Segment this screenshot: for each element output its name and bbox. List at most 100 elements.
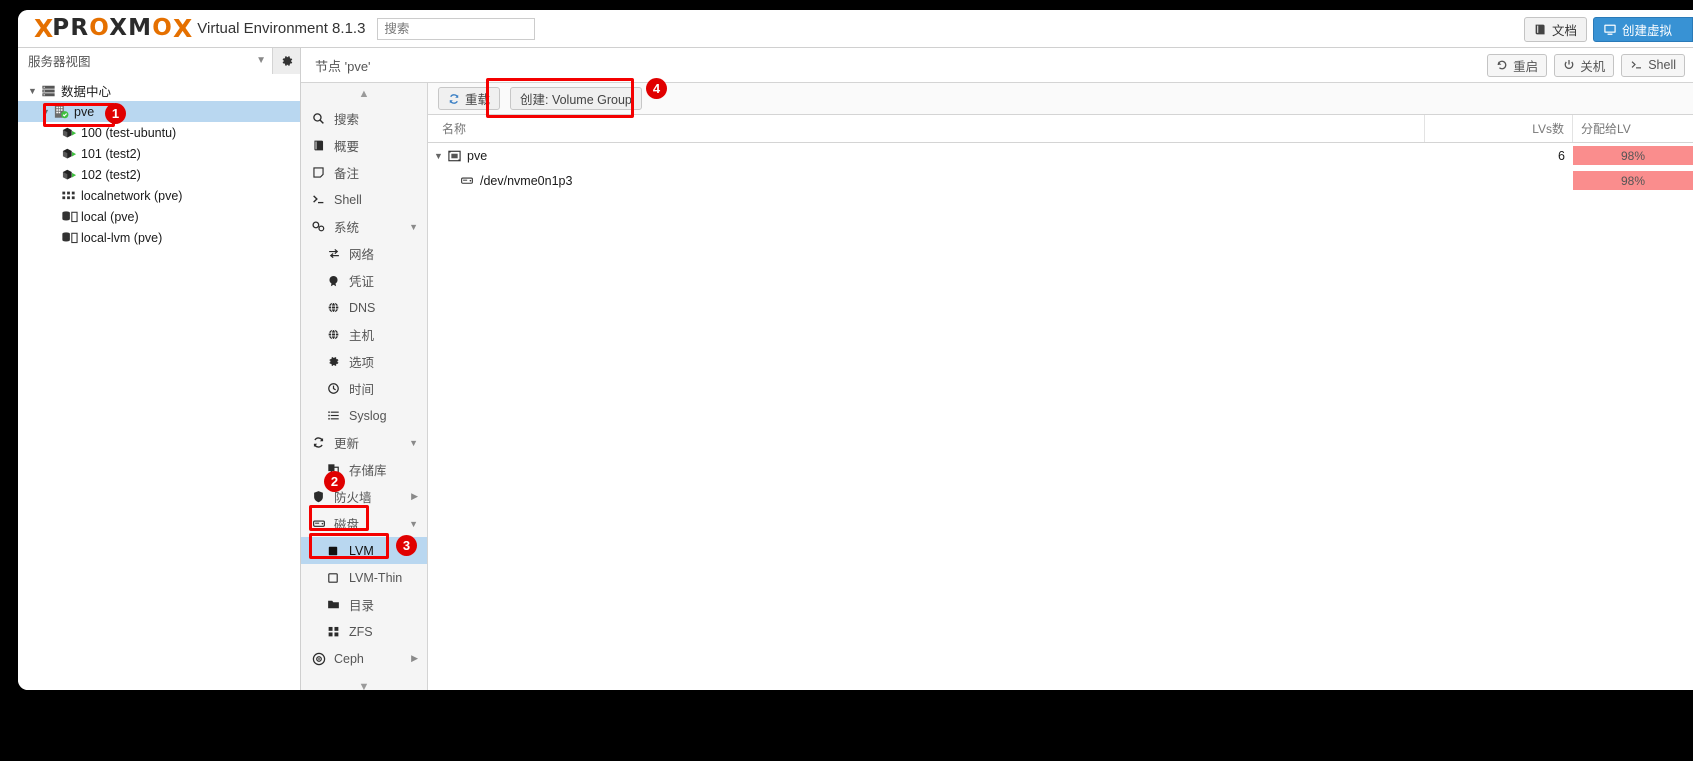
- restart-icon: [1496, 59, 1508, 71]
- collapse-down-icon[interactable]: ▼: [301, 676, 427, 690]
- tree-item-datacenter[interactable]: ▼ 数据中心: [18, 80, 300, 101]
- menu-item-firewall[interactable]: 防火墙 ▶: [301, 483, 427, 510]
- shell-label: Shell: [1648, 58, 1676, 72]
- menu-label-repositories: 存储库: [349, 464, 387, 478]
- refresh-icon: [448, 93, 460, 105]
- search-input[interactable]: [377, 17, 536, 40]
- node-icon: [54, 104, 74, 119]
- menu-item-repositories[interactable]: 存储库: [301, 456, 427, 483]
- menu-item-system[interactable]: 系统 ▼: [301, 213, 427, 240]
- documentation-label: 文档: [1551, 23, 1577, 38]
- menu-item-ceph[interactable]: Ceph ▶: [301, 645, 427, 672]
- menu-label-certificates: 凭证: [349, 275, 375, 289]
- menu-item-zfs[interactable]: ZFS: [301, 618, 427, 645]
- power-icon: [1563, 59, 1575, 71]
- menu-label-time: 时间: [349, 383, 375, 397]
- menu-item-syslog[interactable]: Syslog: [301, 402, 427, 429]
- shell-button[interactable]: Shell: [1621, 53, 1685, 77]
- tree-item-pve[interactable]: ▼ pve: [18, 101, 300, 122]
- chevron-right-icon[interactable]: ▶: [411, 653, 418, 664]
- menu-item-shell[interactable]: Shell: [301, 186, 427, 213]
- gear-icon: [280, 54, 294, 68]
- create-volume-group-button[interactable]: 创建: Volume Group: [510, 87, 642, 110]
- menu-item-certificates[interactable]: 凭证: [301, 267, 427, 294]
- menu-item-hosts[interactable]: 主机: [301, 321, 427, 348]
- chevron-right-icon[interactable]: ▶: [411, 491, 418, 502]
- menu-item-notes[interactable]: 备注: [301, 159, 427, 186]
- tree-label-local: local (pve): [81, 209, 139, 224]
- proxmox-logo[interactable]: X PROXMO X: [34, 14, 192, 43]
- settings-gear-button[interactable]: [273, 47, 300, 74]
- reboot-button[interactable]: 重启: [1487, 53, 1548, 77]
- storage-icon: [61, 210, 81, 224]
- tree-label-local-lvm: local-lvm (pve): [81, 230, 163, 245]
- table-row[interactable]: /dev/nvme0n1p3 98%: [428, 168, 1693, 193]
- menu-item-network[interactable]: 网络: [301, 240, 427, 267]
- lvm-icon: [327, 545, 349, 557]
- row-label-vg: pve: [467, 148, 488, 163]
- menu-item-summary[interactable]: 概要: [301, 132, 427, 159]
- logo-x-mark: X: [34, 14, 53, 43]
- tree-label-localnetwork: localnetwork (pve): [81, 188, 183, 203]
- menu-item-disks[interactable]: 磁盘 ▼: [301, 510, 427, 537]
- shutdown-label: 关机: [1580, 59, 1606, 74]
- tree-item-local[interactable]: local (pve): [18, 206, 300, 227]
- documentation-button[interactable]: 文档: [1523, 16, 1587, 42]
- menu-item-lvm-thin[interactable]: LVM-Thin: [301, 564, 427, 591]
- menu-item-dns[interactable]: DNS: [301, 294, 427, 321]
- table-row[interactable]: ▼ pve 6 98%: [428, 143, 1693, 168]
- panel-toolbar: 重载 创建: Volume Group: [428, 83, 1693, 115]
- certificate-icon: [327, 274, 349, 287]
- lvmthin-icon: [327, 572, 349, 584]
- resource-tree: ▼ 数据中心 ▼ pve 100 (test-ubuntu) 101 (test…: [18, 74, 300, 248]
- chevron-down-icon[interactable]: ▼: [409, 438, 418, 448]
- menu-item-options[interactable]: 选项: [301, 348, 427, 375]
- shutdown-button[interactable]: 关机: [1554, 53, 1615, 77]
- tree-item-local-lvm[interactable]: local-lvm (pve): [18, 227, 300, 248]
- tree-label-datacenter: 数据中心: [61, 85, 112, 99]
- shell-icon: [312, 193, 334, 206]
- shield-icon: [312, 490, 334, 503]
- gear-icon: [327, 355, 349, 368]
- create-vm-button[interactable]: 创建虚拟: [1592, 16, 1693, 42]
- column-header-lvs[interactable]: LVs数: [1425, 115, 1573, 142]
- chevron-down-icon[interactable]: ▼: [409, 222, 418, 232]
- menu-item-time[interactable]: 时间: [301, 375, 427, 402]
- chevron-down-icon: ▼: [256, 55, 266, 66]
- alloc-progress-bar: 98%: [1573, 171, 1693, 190]
- cell-lvs-count: 6: [1558, 148, 1565, 163]
- cell-alloc: 98%: [1573, 168, 1693, 193]
- reload-button[interactable]: 重载: [438, 87, 501, 110]
- tree-item-vm-102[interactable]: 102 (test2): [18, 164, 300, 185]
- list-icon: [327, 409, 349, 422]
- menu-item-directory[interactable]: 目录: [301, 591, 427, 618]
- sidebar: 服务器视图 ▼ ▼ 数据中心 ▼ pve 100 (test-ubuntu) 1…: [18, 47, 301, 690]
- reload-label: 重载: [465, 93, 491, 107]
- globe-icon: [327, 328, 349, 341]
- top-bar: X PROXMO X Virtual Environment 8.1.3 文档 …: [18, 10, 1693, 48]
- expander-icon[interactable]: ▼: [28, 86, 41, 96]
- menu-label-hosts: 主机: [349, 329, 375, 343]
- tree-item-localnetwork[interactable]: localnetwork (pve): [18, 185, 300, 206]
- top-bar-actions: 文档 创建虚拟: [1523, 10, 1693, 48]
- folder-icon: [327, 598, 349, 611]
- column-header-alloc[interactable]: 分配给LV: [1573, 115, 1693, 142]
- menu-label-network: 网络: [349, 248, 375, 262]
- menu-item-updates[interactable]: 更新 ▼: [301, 429, 427, 456]
- server-view-selector[interactable]: 服务器视图 ▼: [18, 47, 273, 74]
- expander-icon[interactable]: ▼: [41, 107, 54, 117]
- menu-label-shell: Shell: [334, 192, 362, 207]
- ceph-icon: [312, 652, 334, 666]
- collapse-up-icon[interactable]: ▲: [301, 83, 427, 105]
- tree-item-vm-101[interactable]: 101 (test2): [18, 143, 300, 164]
- expander-icon[interactable]: ▼: [434, 151, 447, 161]
- create-vg-label: 创建: Volume Group: [520, 93, 632, 107]
- volume-group-icon: [447, 149, 467, 163]
- menu-item-search[interactable]: 搜索: [301, 105, 427, 132]
- chevron-down-icon[interactable]: ▼: [409, 519, 418, 529]
- column-header-name[interactable]: 名称: [428, 115, 1425, 142]
- tree-item-vm-100[interactable]: 100 (test-ubuntu): [18, 122, 300, 143]
- book-icon: [1534, 23, 1547, 36]
- menu-label-zfs: ZFS: [349, 624, 373, 639]
- table-header: 名称 LVs数 分配给LV: [428, 115, 1693, 143]
